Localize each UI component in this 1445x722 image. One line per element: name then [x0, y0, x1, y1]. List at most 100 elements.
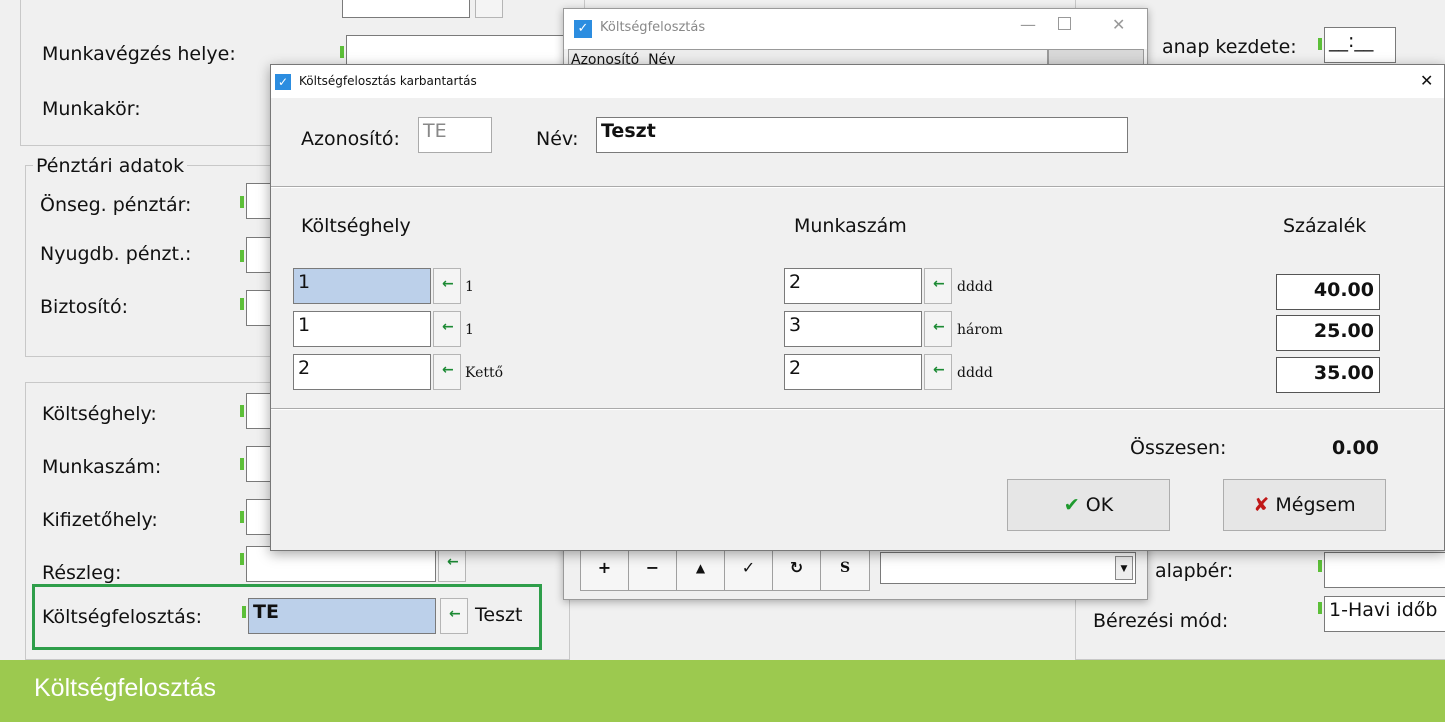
osszesen-value: 0.00: [1332, 437, 1379, 459]
koltseghely-input[interactable]: 2: [293, 354, 431, 390]
confirm-button[interactable]: ✓: [725, 546, 773, 590]
required-marker: [240, 250, 244, 262]
munkavegzes-helye-label: Munkavégzés helye:: [42, 43, 236, 65]
nev-label: Név:: [536, 128, 579, 150]
dialog-close-icon[interactable]: ✕: [1420, 71, 1433, 90]
s-button[interactable]: S: [821, 546, 869, 590]
required-marker: [240, 298, 244, 310]
arrow-left-icon: ←: [447, 554, 459, 570]
reszleg-field[interactable]: [246, 546, 436, 582]
divider: [271, 408, 1444, 410]
refresh-button[interactable]: ↻: [773, 546, 821, 590]
app-check-icon: ✓: [574, 20, 592, 38]
maximize-icon[interactable]: [1058, 17, 1071, 30]
koltseghely-input[interactable]: 1: [293, 311, 431, 347]
required-marker: [1318, 602, 1322, 614]
reszleg-label: Részleg:: [42, 562, 122, 584]
arrow-left-icon: ←: [442, 362, 454, 378]
required-marker: [240, 553, 244, 565]
list-window-title: Költségfelosztás: [600, 20, 706, 35]
column-header-koltseghely: Költséghely: [301, 215, 411, 237]
azonosito-field[interactable]: TE: [418, 117, 492, 153]
nev-field[interactable]: Teszt: [596, 117, 1128, 153]
munkaszam-lookup-button[interactable]: ←: [924, 354, 952, 390]
kifizetohely-label: Kifizetőhely:: [42, 509, 158, 531]
koltseghely-input[interactable]: 1: [293, 268, 431, 304]
dialog-title: Költségfelosztás karbantartás: [299, 74, 477, 88]
koltseghely-lookup-button[interactable]: ←: [433, 354, 461, 390]
arrow-left-icon: ←: [442, 276, 454, 292]
berezesi-mod-field[interactable]: 1-Havi időb: [1324, 596, 1445, 632]
szazalek-input[interactable]: 40.00: [1276, 274, 1380, 310]
munkaszam-description: dddd: [957, 365, 993, 381]
azonosito-label: Azonosító:: [301, 128, 400, 150]
cancel-button-label: Mégsem: [1275, 494, 1356, 516]
munkaszam-description: három: [957, 322, 1003, 338]
arrow-left-icon: ←: [442, 319, 454, 335]
munkaszam-description: dddd: [957, 279, 993, 295]
column-header-munkaszam: Munkaszám: [794, 215, 907, 237]
biztosito-label: Biztosító:: [40, 296, 129, 318]
berezesi-mod-label: Bérezési mód:: [1093, 610, 1229, 632]
osszesen-label: Összesen:: [1130, 437, 1227, 459]
reszleg-lookup-button[interactable]: ←: [438, 546, 466, 582]
ok-button[interactable]: ✔ OK: [1007, 479, 1170, 531]
koltseghely-description: 1: [465, 279, 474, 295]
munkaszam-lookup-button[interactable]: ←: [924, 268, 952, 304]
napkezdete-field[interactable]: __:__: [1324, 27, 1396, 63]
napkezdete-label: anap kezdete:: [1162, 36, 1297, 58]
szazalek-input[interactable]: 25.00: [1276, 315, 1380, 351]
required-marker: [240, 458, 244, 470]
add-button[interactable]: +: [581, 546, 629, 590]
munkaszam-lookup-button[interactable]: ←: [924, 311, 952, 347]
arrow-left-icon: ←: [449, 606, 461, 622]
ok-button-label: OK: [1085, 494, 1114, 516]
koltsegfelosztas-label: Költségfelosztás:: [42, 606, 203, 628]
cross-icon: ✘: [1253, 494, 1270, 516]
required-marker: [340, 46, 344, 58]
minimize-icon[interactable]: —: [1020, 15, 1036, 34]
required-marker: [242, 606, 246, 618]
koltsegfelosztas-description: Teszt: [475, 604, 523, 626]
app-check-icon: ✓: [275, 74, 291, 90]
koltseghely-description: Kettő: [465, 365, 504, 381]
arrow-left-icon: ←: [933, 362, 945, 378]
list-filter-dropdown[interactable]: ▼: [880, 552, 1136, 584]
required-marker: [240, 511, 244, 523]
top-partial-button[interactable]: [475, 0, 503, 18]
cancel-button[interactable]: ✘ Mégsem: [1223, 479, 1386, 531]
move-up-button[interactable]: ▲: [677, 546, 725, 590]
munkaszam-input[interactable]: 2: [784, 354, 922, 390]
nyugdb-penzt-label: Nyugdb. pénzt.:: [40, 243, 192, 265]
munkaszam-input[interactable]: 2: [784, 268, 922, 304]
column-header-szazalek: Százalék: [1283, 215, 1367, 237]
required-marker: [1318, 560, 1322, 572]
munkaszam-input[interactable]: 3: [784, 311, 922, 347]
alapber-field[interactable]: [1324, 552, 1445, 588]
koltseghely-label: Költséghely:: [42, 403, 157, 425]
top-partial-field: [342, 0, 470, 18]
koltseghely-lookup-button[interactable]: ←: [433, 311, 461, 347]
list-window-titlebar: ✓ Költségfelosztás — ✕: [564, 9, 1147, 49]
caption-bar: Költségfelosztás: [0, 660, 1445, 722]
chevron-down-icon[interactable]: ▼: [1115, 556, 1133, 580]
close-icon[interactable]: ✕: [1112, 15, 1125, 34]
remove-button[interactable]: −: [629, 546, 677, 590]
divider: [271, 186, 1444, 188]
arrow-left-icon: ←: [933, 276, 945, 292]
onseg-penztar-label: Önseg. pénztár:: [40, 194, 192, 216]
alapber-label: alapbér:: [1155, 560, 1234, 582]
koltsegfelosztas-field[interactable]: TE: [248, 598, 436, 634]
arrow-left-icon: ←: [933, 319, 945, 335]
maintenance-dialog: ✓ Költségfelosztás karbantartás ✕ Azonos…: [270, 64, 1445, 551]
required-marker: [240, 196, 244, 208]
koltseghely-lookup-button[interactable]: ←: [433, 268, 461, 304]
dialog-titlebar: ✓ Költségfelosztás karbantartás ✕: [271, 65, 1444, 98]
penztari-adatok-legend: Pénztári adatok: [33, 155, 188, 177]
koltsegfelosztas-lookup-button[interactable]: ←: [440, 598, 468, 634]
required-marker: [240, 405, 244, 417]
koltseghely-description: 1: [465, 322, 474, 338]
required-marker: [1318, 38, 1322, 50]
szazalek-input[interactable]: 35.00: [1276, 357, 1380, 393]
munkaszam-label: Munkaszám:: [42, 456, 162, 478]
